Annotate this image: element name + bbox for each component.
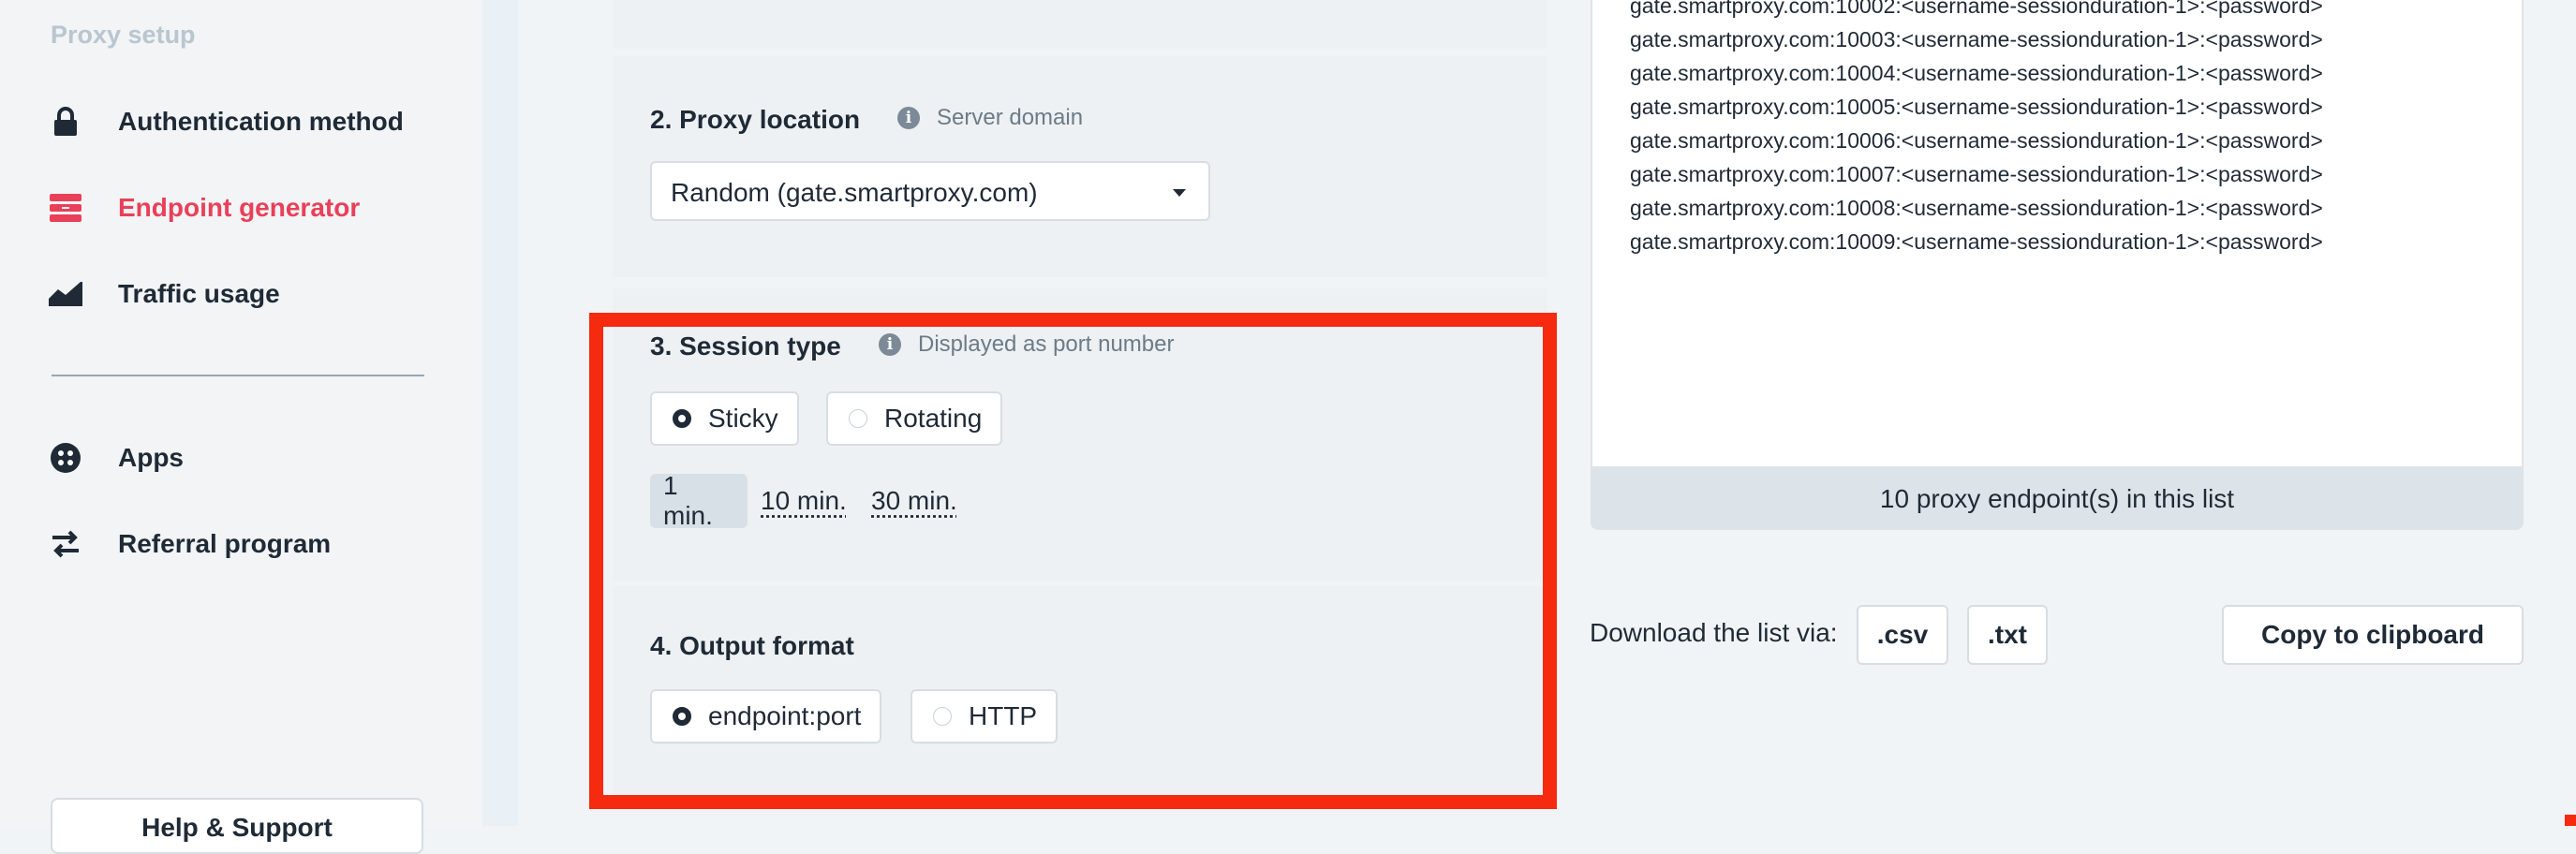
sidebar-item-endpoint-generator[interactable]: Endpoint generator	[49, 184, 360, 231]
list-item: gate.smartproxy.com:10005:<username-sess…	[1630, 90, 2323, 124]
sidebar-item-traffic-usage[interactable]: Traffic usage	[49, 271, 280, 317]
sidebar-item-authentication-method[interactable]: Authentication method	[49, 98, 404, 145]
radio-dot	[849, 409, 867, 428]
radio-label: endpoint:port	[708, 701, 861, 731]
info-icon[interactable]: i	[897, 107, 920, 129]
server-icon	[49, 191, 82, 225]
list-item: gate.smartproxy.com:10009:<username-sess…	[1630, 225, 2323, 258]
duration-10-min[interactable]: 10 min.	[748, 474, 860, 528]
card-previous-section	[613, 0, 1547, 49]
radio-dot	[933, 707, 952, 726]
endpoint-list-panel[interactable]: gate.smartproxy.com:10002:<username-sess…	[1591, 0, 2524, 468]
list-item: gate.smartproxy.com:10008:<username-sess…	[1630, 191, 2323, 225]
output-endpoint-port-radio[interactable]: endpoint:port	[650, 689, 881, 744]
sidebar-item-referral-program[interactable]: Referral program	[49, 521, 331, 567]
sidebar-border	[482, 0, 518, 826]
sidebar-item-apps[interactable]: Apps	[49, 434, 184, 481]
radio-label: Rotating	[884, 404, 982, 434]
session-type-hint: i Displayed as port number	[879, 331, 1174, 358]
download-label: Download the list via:	[1590, 618, 1838, 648]
radio-dot	[673, 409, 691, 428]
endpoint-count: 10 proxy endpoint(s) in this list	[1591, 468, 2524, 530]
download-csv-button[interactable]: .csv	[1857, 605, 1948, 665]
sidebar-divider	[52, 375, 424, 376]
sidebar-section-title: Proxy setup	[51, 21, 196, 50]
list-item: gate.smartproxy.com:10007:<username-sess…	[1630, 157, 2323, 191]
download-txt-button[interactable]: .txt	[1967, 605, 2048, 665]
sidebar-item-label: Endpoint generator	[118, 193, 360, 223]
output-format-card: 4. Output format endpoint:port HTTP	[613, 586, 1547, 809]
apps-icon	[49, 441, 82, 475]
radio-label: Sticky	[708, 404, 778, 434]
session-type-title: 3. Session type	[650, 331, 841, 361]
hint-text: Server domain	[937, 105, 1083, 131]
select-value: Random (gate.smartproxy.com)	[671, 178, 1038, 207]
hint-text: Displayed as port number	[918, 331, 1174, 358]
output-format-title: 4. Output format	[650, 631, 854, 661]
swap-arrows-icon	[49, 527, 82, 561]
list-item: gate.smartproxy.com:10002:<username-sess…	[1630, 0, 2323, 22]
proxy-location-hint: i Server domain	[897, 105, 1083, 131]
session-sticky-radio[interactable]: Sticky	[650, 391, 799, 446]
output-http-radio[interactable]: HTTP	[910, 689, 1058, 744]
sidebar-item-label: Traffic usage	[118, 279, 280, 309]
info-icon[interactable]: i	[879, 333, 901, 356]
sidebar-item-label: Authentication method	[118, 107, 404, 137]
lock-icon	[49, 105, 82, 139]
radio-dot	[673, 707, 691, 726]
list-item: gate.smartproxy.com:10003:<username-sess…	[1630, 22, 2323, 56]
endpoint-list: gate.smartproxy.com:10002:<username-sess…	[1630, 0, 2323, 258]
corner-mark	[2565, 815, 2576, 826]
sidebar-item-label: Referral program	[118, 529, 331, 559]
session-rotating-radio[interactable]: Rotating	[826, 391, 1002, 446]
proxy-location-select[interactable]: Random (gate.smartproxy.com)	[650, 161, 1210, 221]
copy-to-clipboard-button[interactable]: Copy to clipboard	[2222, 605, 2524, 665]
sidebar-item-label: Apps	[118, 443, 184, 473]
sidebar: Proxy setup Authentication method Endpoi…	[0, 0, 482, 826]
session-type-card: 3. Session type i Displayed as port numb…	[613, 288, 1547, 581]
proxy-location-card: 2. Proxy location i Server domain Random…	[613, 56, 1547, 277]
chevron-down-icon	[1173, 189, 1186, 197]
help-support-button[interactable]: Help & Support	[51, 798, 423, 854]
duration-30-min[interactable]: 30 min.	[858, 474, 970, 528]
radio-label: HTTP	[969, 701, 1037, 731]
proxy-location-title: 2. Proxy location	[650, 105, 860, 135]
list-item: gate.smartproxy.com:10006:<username-sess…	[1630, 124, 2323, 157]
duration-1-min[interactable]: 1 min.	[650, 474, 748, 528]
area-chart-icon	[49, 277, 82, 311]
list-item: gate.smartproxy.com:10004:<username-sess…	[1630, 56, 2323, 90]
